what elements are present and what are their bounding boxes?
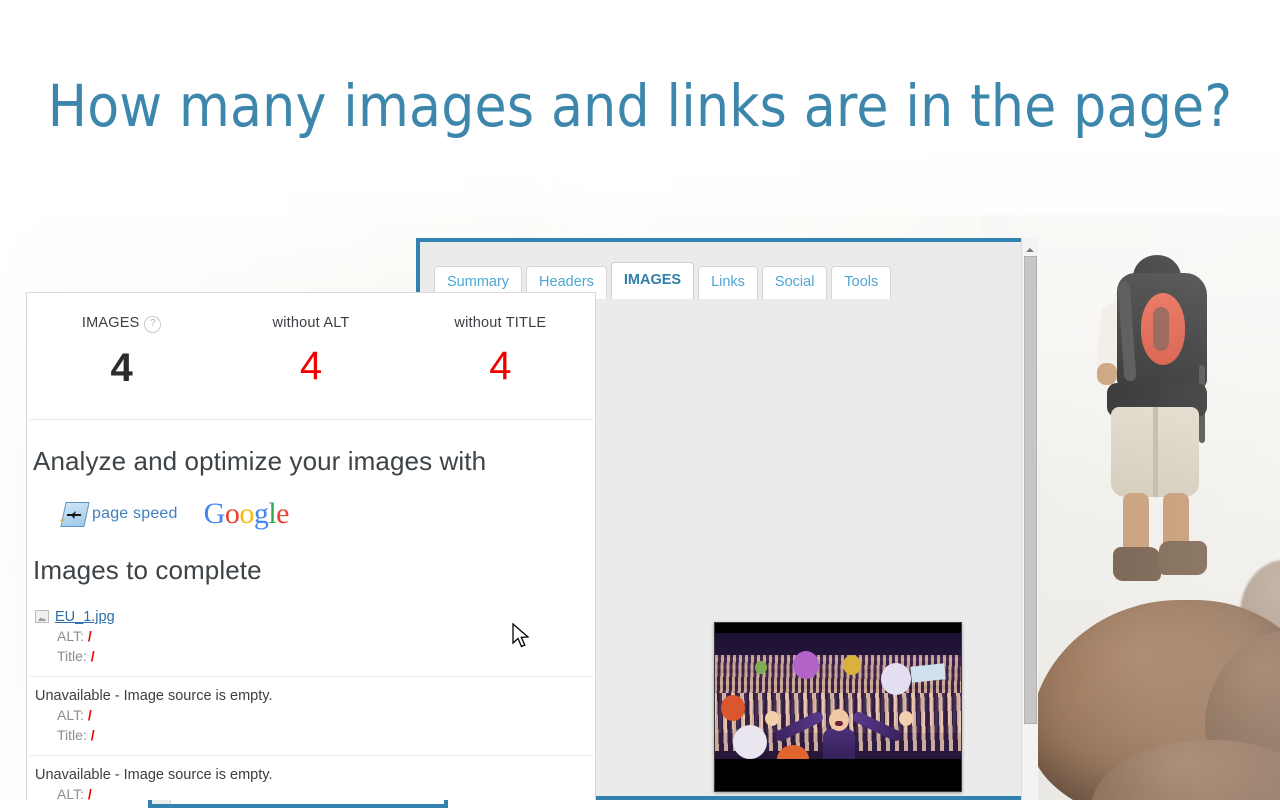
- stat-without-alt: without ALT 4: [216, 315, 405, 391]
- image-alt-label: ALT:: [57, 628, 84, 644]
- stat-images-value: 4: [110, 346, 133, 390]
- image-alt-value: /: [87, 707, 92, 723]
- image-preview-thumbnail[interactable]: [714, 622, 962, 792]
- pagespeed-label: page speed: [92, 505, 178, 522]
- image-alt-value: /: [87, 628, 92, 644]
- vertical-scrollbar[interactable]: [1021, 238, 1038, 800]
- tab-links[interactable]: Links: [698, 266, 758, 299]
- stat-without-title-value: 4: [489, 344, 512, 388]
- stat-images: IMAGES? 4: [27, 315, 216, 391]
- tab-tools[interactable]: Tools: [831, 266, 892, 299]
- google-logo[interactable]: Google: [203, 497, 290, 530]
- image-title-label: Title:: [57, 648, 87, 664]
- pagespeed-logo[interactable]: page speed: [59, 502, 178, 527]
- image-unavailable-text: Unavailable - Image source is empty.: [35, 688, 273, 704]
- tab-images[interactable]: IMAGES: [610, 262, 695, 299]
- image-alt-meta: ALT: /: [57, 784, 593, 800]
- google-letter-g2: g: [253, 497, 269, 530]
- divider-stats: [29, 419, 593, 420]
- thumbnail-performer: [765, 705, 913, 761]
- thumbnail-balloon: [793, 651, 819, 679]
- scroll-up-arrow-icon[interactable]: [1022, 238, 1038, 254]
- thumbnail-balloon: [755, 661, 767, 674]
- google-letter-l: l: [268, 497, 277, 530]
- thumbnail-balloon: [843, 655, 861, 675]
- google-letter-o1: o: [224, 497, 240, 530]
- pagespeed-icon: [59, 502, 90, 527]
- stats-row: IMAGES? 4 without ALT 4 without TITLE 4: [27, 293, 595, 401]
- stat-images-label-text: IMAGES: [81, 315, 140, 331]
- thumbnail-letterbox-bottom: [715, 759, 961, 791]
- broken-image-icon: [35, 610, 49, 623]
- thumbnail-balloon: [721, 695, 745, 721]
- page-title: How many images and links are in the pag…: [47, 72, 1233, 140]
- images-list: EU_1.jpg ALT: / Title: / Unavailable - I…: [29, 598, 593, 800]
- image-alt-meta: ALT: /: [57, 626, 593, 646]
- google-letter-o2: o: [239, 497, 254, 530]
- stat-without-title: without TITLE 4: [406, 315, 595, 391]
- analyze-heading: Analyze and optimize your images with: [33, 446, 487, 476]
- image-alt-value: /: [87, 786, 92, 800]
- google-letter-e: e: [276, 497, 289, 530]
- image-title-value: /: [90, 727, 95, 743]
- image-alt-label: ALT:: [57, 786, 84, 800]
- list-item[interactable]: Unavailable - Image source is empty. ALT…: [29, 755, 593, 800]
- stat-images-label: IMAGES?: [27, 315, 216, 333]
- scrollbar-thumb[interactable]: [1024, 256, 1037, 724]
- image-title-meta: Title: /: [57, 646, 593, 666]
- tab-social[interactable]: Social: [761, 266, 828, 299]
- stat-without-alt-label: without ALT: [272, 315, 350, 331]
- panel-images: IMAGES? 4 without ALT 4 without TITLE 4 …: [26, 292, 596, 800]
- stat-without-title-label: without TITLE: [454, 315, 547, 331]
- image-alt-meta: ALT: /: [57, 705, 593, 725]
- thumbnail-stage: [715, 633, 961, 761]
- list-item[interactable]: EU_1.jpg ALT: / Title: /: [29, 598, 593, 676]
- thumbnail-letterbox-top: [715, 623, 961, 633]
- help-icon-images[interactable]: ?: [144, 316, 162, 333]
- image-title-label: Title:: [57, 727, 87, 743]
- image-alt-label: ALT:: [57, 707, 84, 723]
- stat-without-alt-value: 4: [299, 344, 323, 388]
- images-to-complete-heading: Images to complete: [33, 555, 262, 585]
- image-title-value: /: [90, 648, 95, 664]
- image-title-meta: Title: /: [57, 725, 593, 745]
- thumbnail-balloon: [733, 725, 767, 759]
- partner-logos: page speed Google: [59, 499, 595, 529]
- google-letter-g1: G: [203, 497, 226, 530]
- image-unavailable-text: Unavailable - Image source is empty.: [35, 767, 273, 783]
- thumbnail-balloon: [881, 663, 911, 695]
- image-name-link[interactable]: EU_1.jpg: [55, 609, 115, 625]
- list-item[interactable]: Unavailable - Image source is empty. ALT…: [29, 676, 593, 755]
